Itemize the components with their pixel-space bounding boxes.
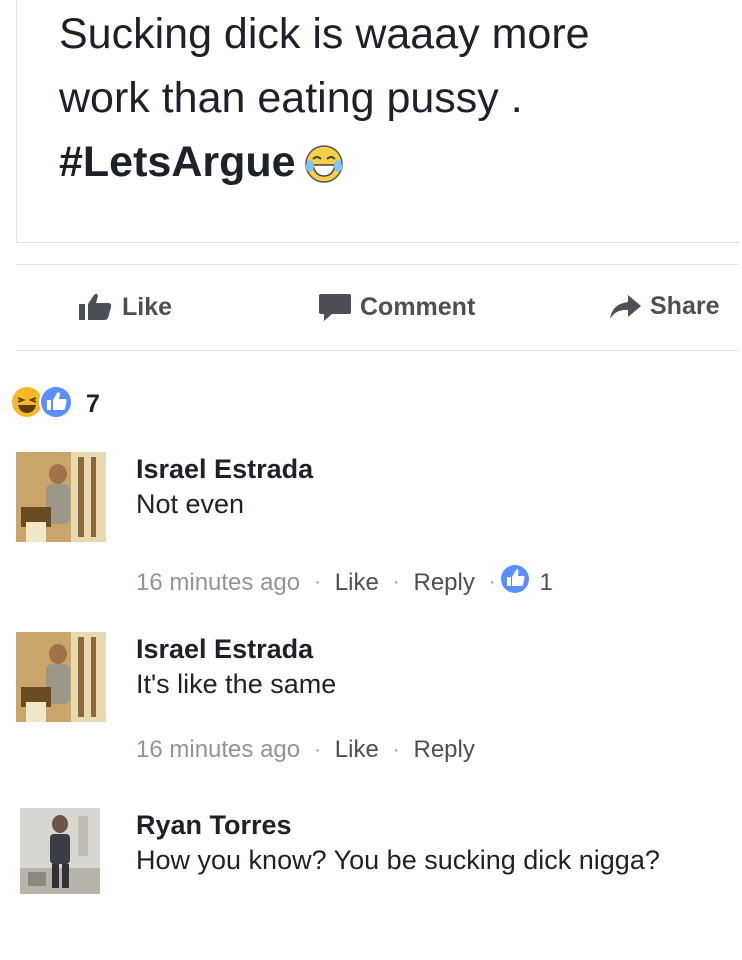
laughing-emoji-icon [304,138,344,202]
reaction-count: 7 [86,390,100,418]
comment-timestamp[interactable]: 16 minutes ago [136,736,300,764]
avatar[interactable] [20,808,100,894]
comment-author[interactable]: Ryan Torres [136,808,660,842]
comment-author[interactable]: Israel Estrada [136,452,313,486]
post-hashtag[interactable]: #LetsArgue [59,138,296,186]
post-text: Sucking dick is waaay more work than eat… [59,2,739,202]
reaction-summary[interactable]: 7 [10,384,100,425]
separator-dot: · [392,571,400,593]
comment-button-label: Comment [360,292,476,321]
comment-timestamp[interactable]: 16 minutes ago [136,569,300,597]
avatar[interactable] [16,452,106,542]
separator-dot: · [314,738,321,761]
post-line-2: work than eating pussy . [59,74,523,122]
comment-like-link[interactable]: Like [335,569,379,597]
divider [16,264,738,265]
comment-meta: 16 minutes ago · Like · Reply · 1 [136,564,553,601]
comment-text: It's like the same [136,669,337,699]
separator-dot: · [392,738,400,761]
divider [16,350,738,351]
comment-button[interactable]: Comment [318,292,475,322]
comment-text: Not even [136,489,245,519]
share-button[interactable]: Share [608,292,719,321]
comment-author[interactable]: Israel Estrada [136,632,336,666]
comment-like-count: 1 [539,568,553,596]
like-button[interactable]: Like [78,292,172,322]
share-arrow-icon [608,293,642,321]
comment-icon [318,292,352,322]
post-line-1: Sucking dick is waaay more [59,10,590,58]
share-button-label: Share [650,292,720,320]
post-action-bar: Like Comment Share [0,284,742,336]
comment-text: How you know? You be sucking dick nigga? [136,845,660,875]
like-button-label: Like [122,292,173,321]
comment-reply-link[interactable]: Reply [413,736,474,764]
separator-dot: · [488,571,496,593]
comment-like-link[interactable]: Like [335,736,379,764]
post-card: Sucking dick is waaay more work than eat… [16,0,739,243]
comment-reply-link[interactable]: Reply [413,569,474,597]
like-reaction-icon [38,384,74,425]
comment-meta: 16 minutes ago · Like · Reply [136,736,475,764]
separator-dot: · [314,571,321,593]
avatar[interactable] [16,632,106,722]
thumbs-up-icon [78,292,114,322]
like-reaction-icon [500,564,530,601]
